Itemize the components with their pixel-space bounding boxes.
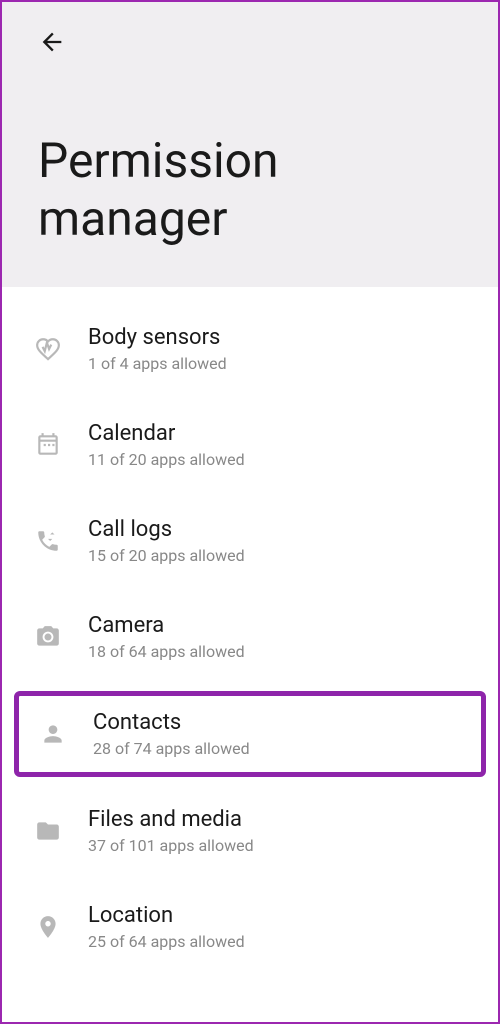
permission-item-location[interactable]: Location 25 of 64 apps allowed: [2, 885, 498, 969]
permission-status: 1 of 4 apps allowed: [88, 354, 227, 373]
location-icon: [32, 911, 64, 943]
permission-label: Call logs: [88, 517, 245, 542]
permission-text: Location 25 of 64 apps allowed: [88, 903, 245, 951]
permission-text: Calendar 11 of 20 apps allowed: [88, 421, 245, 469]
permission-text: Call logs 15 of 20 apps allowed: [88, 517, 245, 565]
permission-label: Body sensors: [88, 325, 227, 350]
permission-status: 28 of 74 apps allowed: [93, 739, 250, 758]
folder-icon: [32, 815, 64, 847]
camera-icon: [32, 621, 64, 653]
permission-text: Contacts 28 of 74 apps allowed: [93, 710, 250, 758]
permission-label: Contacts: [93, 710, 250, 735]
page-title: Permission manager: [32, 132, 468, 247]
back-button[interactable]: [32, 22, 72, 62]
permission-item-contacts[interactable]: Contacts 28 of 74 apps allowed: [14, 691, 486, 777]
header: Permission manager: [2, 2, 498, 287]
permission-item-camera[interactable]: Camera 18 of 64 apps allowed: [2, 595, 498, 679]
permission-status: 15 of 20 apps allowed: [88, 546, 245, 565]
permission-label: Files and media: [88, 807, 254, 832]
permission-text: Body sensors 1 of 4 apps allowed: [88, 325, 227, 373]
permission-status: 25 of 64 apps allowed: [88, 932, 245, 951]
permission-item-calendar[interactable]: Calendar 11 of 20 apps allowed: [2, 403, 498, 487]
permission-list: Body sensors 1 of 4 apps allowed Calenda…: [2, 287, 498, 969]
permission-item-call-logs[interactable]: Call logs 15 of 20 apps allowed: [2, 499, 498, 583]
permission-label: Camera: [88, 613, 245, 638]
body-sensors-icon: [32, 333, 64, 365]
arrow-back-icon: [38, 28, 66, 56]
permission-label: Calendar: [88, 421, 245, 446]
contacts-icon: [37, 718, 69, 750]
permission-item-files-media[interactable]: Files and media 37 of 101 apps allowed: [2, 789, 498, 873]
permission-item-body-sensors[interactable]: Body sensors 1 of 4 apps allowed: [2, 307, 498, 391]
permission-status: 37 of 101 apps allowed: [88, 836, 254, 855]
permission-text: Files and media 37 of 101 apps allowed: [88, 807, 254, 855]
permission-status: 11 of 20 apps allowed: [88, 450, 245, 469]
permission-label: Location: [88, 903, 245, 928]
call-logs-icon: [32, 525, 64, 557]
calendar-icon: [32, 429, 64, 461]
permission-text: Camera 18 of 64 apps allowed: [88, 613, 245, 661]
permission-status: 18 of 64 apps allowed: [88, 642, 245, 661]
